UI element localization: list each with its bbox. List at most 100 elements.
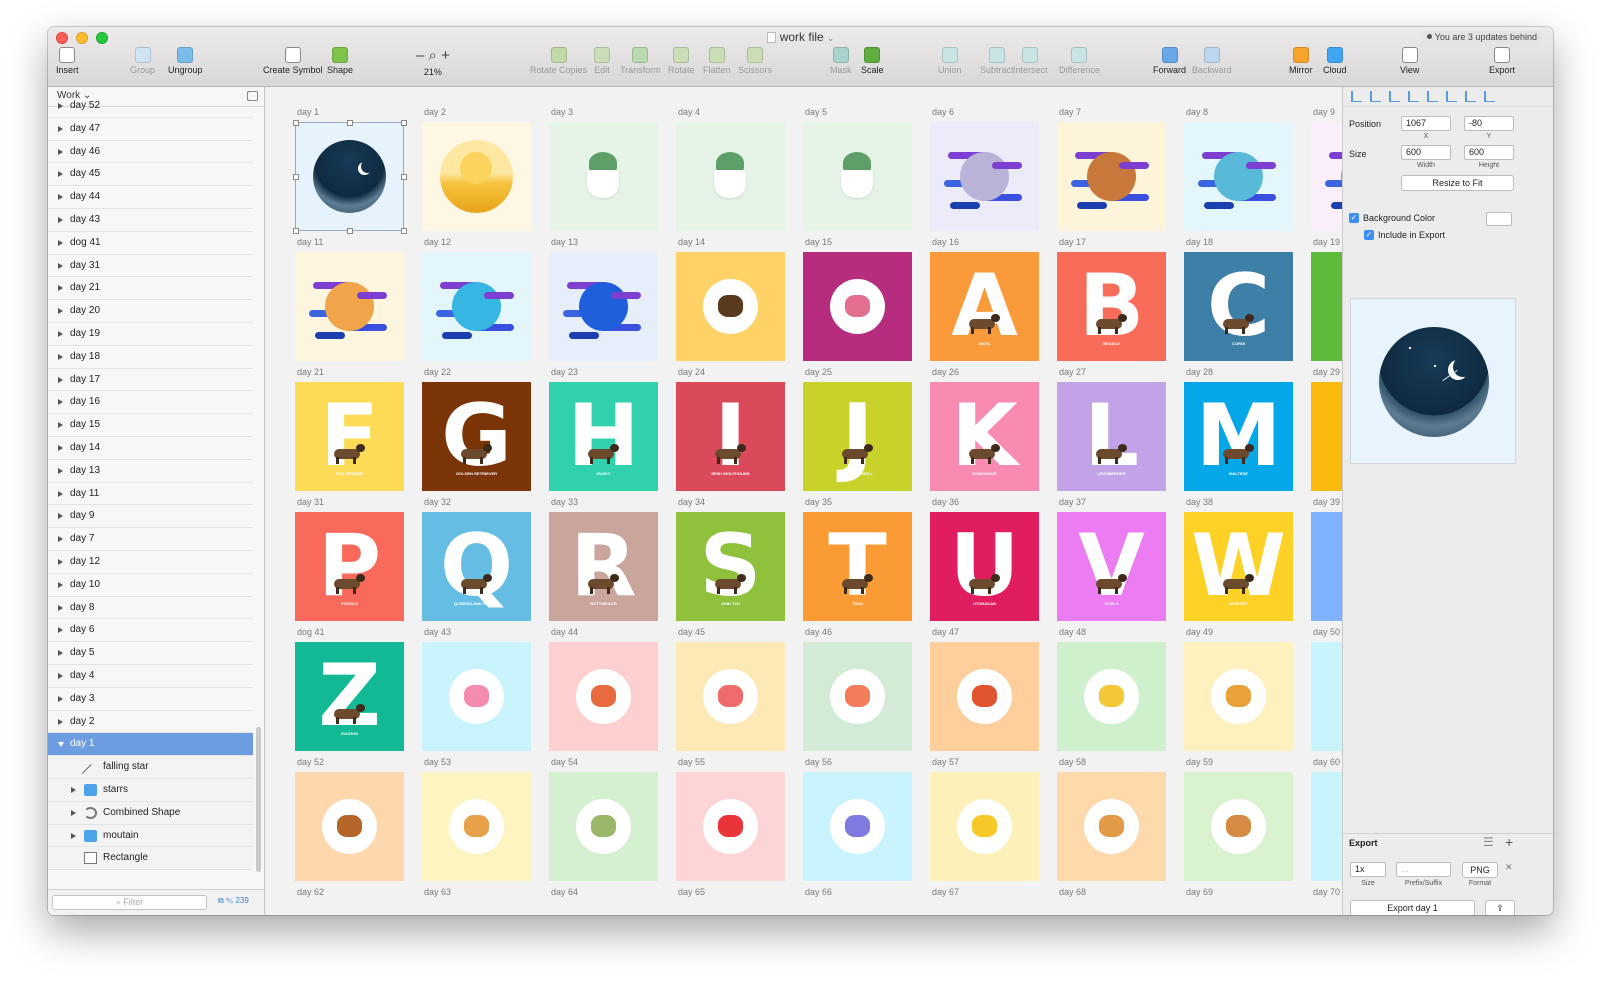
align-left-icon[interactable] — [1389, 91, 1400, 102]
layer-row[interactable]: day 15 — [48, 414, 253, 437]
disclosure-triangle-icon[interactable] — [71, 832, 76, 839]
artboard[interactable] — [1184, 122, 1293, 231]
artboard-label[interactable]: day 50 — [1313, 627, 1340, 637]
artboard-label[interactable]: day 32 — [424, 497, 451, 507]
remove-export-icon[interactable]: ✕ — [1505, 862, 1513, 873]
artboard-label[interactable]: day 14 — [678, 237, 705, 247]
resize-handle[interactable] — [401, 174, 407, 180]
artboard-label[interactable]: day 9 — [1313, 107, 1335, 117]
background-color-swatch[interactable] — [1486, 212, 1512, 226]
artboard[interactable] — [803, 772, 912, 881]
artboard[interactable]: L LEONBERGER — [1057, 382, 1166, 491]
artboard-label[interactable]: day 55 — [678, 757, 705, 767]
artboard-label[interactable]: day 47 — [932, 627, 959, 637]
layer-row[interactable]: day 5 — [48, 642, 253, 665]
toolbar-rotate-copies-button[interactable]: Rotate Copies — [530, 47, 587, 75]
artboard-label[interactable]: day 19 — [1313, 237, 1340, 247]
resize-handle[interactable] — [293, 120, 299, 126]
layer-row[interactable]: day 47 — [48, 118, 253, 141]
child-layer-row[interactable]: Combined Shape — [48, 801, 253, 825]
artboard-label[interactable]: day 4 — [678, 107, 700, 117]
disclosure-triangle-icon[interactable] — [58, 353, 63, 360]
layer-row[interactable]: day 6 — [48, 619, 253, 643]
toolbar-scissors-button[interactable]: Scissors — [738, 47, 772, 75]
distribute-horizontal-icon[interactable] — [1351, 91, 1362, 102]
toolbar-rotate-button[interactable]: Rotate — [668, 47, 695, 75]
align-bottom-icon[interactable] — [1484, 91, 1495, 102]
align-right-icon[interactable] — [1427, 91, 1438, 102]
artboard-label[interactable]: day 60 — [1313, 757, 1340, 767]
layer-row[interactable]: day 45 — [48, 163, 253, 187]
artboard[interactable] — [1057, 642, 1166, 751]
artboard[interactable]: S SHIH TZU — [676, 512, 785, 621]
artboard[interactable]: A AKITA — [930, 252, 1039, 361]
window-title[interactable]: work file ⌄ — [48, 30, 1553, 44]
artboard[interactable] — [803, 122, 912, 231]
artboard-label[interactable]: day 23 — [551, 367, 578, 377]
selection-box[interactable] — [293, 120, 407, 234]
artboard[interactable] — [1311, 122, 1342, 231]
layer-row[interactable]: day 1 — [48, 733, 253, 757]
artboard[interactable] — [422, 642, 531, 751]
toolbar-zoom-button[interactable]: – ⌕ + 21% — [416, 47, 450, 77]
layer-list-scrollbar[interactable] — [256, 727, 261, 872]
child-layer-row[interactable]: starrs — [48, 778, 253, 802]
artboard-label[interactable]: day 21 — [297, 367, 324, 377]
artboard-label[interactable]: day 18 — [1186, 237, 1213, 247]
artboard-label[interactable]: day 34 — [678, 497, 705, 507]
layer-row[interactable]: day 11 — [48, 483, 253, 506]
artboard-label[interactable]: day 45 — [678, 627, 705, 637]
disclosure-triangle-icon[interactable] — [58, 216, 63, 223]
toolbar-ungroup-button[interactable]: Ungroup — [168, 47, 203, 75]
toolbar-view-button[interactable]: View — [1400, 47, 1419, 75]
include-in-export-checkbox[interactable]: ✓ — [1364, 230, 1374, 240]
child-layer-row[interactable]: moutain — [48, 824, 253, 848]
layer-row[interactable]: day 19 — [48, 323, 253, 346]
artboard[interactable]: Q QUEENSLAND HEELER — [422, 512, 531, 621]
disclosure-triangle-icon[interactable] — [58, 422, 63, 429]
artboard[interactable] — [1311, 252, 1342, 361]
disclosure-triangle-icon[interactable] — [58, 718, 63, 725]
artboard[interactable] — [1311, 642, 1342, 751]
artboard-label[interactable]: day 36 — [932, 497, 959, 507]
artboard-label[interactable]: day 25 — [805, 367, 832, 377]
export-button[interactable]: Export day 1 — [1350, 900, 1475, 915]
toolbar-scale-button[interactable]: Scale — [861, 47, 884, 75]
toolbar-transform-button[interactable]: Transform — [620, 47, 661, 75]
artboard[interactable]: W WHIPPET — [1184, 512, 1293, 621]
artboard-label[interactable]: day 58 — [1059, 757, 1086, 767]
layer-row[interactable]: day 9 — [48, 505, 253, 529]
disclosure-triangle-icon[interactable] — [58, 695, 63, 702]
disclosure-triangle-icon[interactable] — [58, 536, 63, 543]
disclosure-triangle-icon[interactable] — [58, 650, 63, 657]
layer-row[interactable]: day 13 — [48, 460, 253, 483]
layer-row[interactable]: day 20 — [48, 300, 253, 323]
toolbar-plus-button[interactable]: Insert — [56, 47, 79, 75]
artboard[interactable] — [549, 252, 658, 361]
resize-handle[interactable] — [347, 228, 353, 234]
filter-input[interactable]: ⌕ Filter — [52, 895, 207, 910]
artboard[interactable]: H HUSKY — [549, 382, 658, 491]
artboard[interactable]: M MALTESE — [1184, 382, 1293, 491]
artboard-label[interactable]: day 24 — [678, 367, 705, 377]
toolbar-union-button[interactable]: Union — [938, 47, 962, 75]
layer-row[interactable]: day 4 — [48, 665, 253, 688]
artboard-label[interactable]: day 52 — [297, 757, 324, 767]
artboard[interactable]: B BEAGLE — [1057, 252, 1166, 361]
artboard-label[interactable]: day 3 — [551, 107, 573, 117]
disclosure-triangle-icon[interactable] — [58, 239, 63, 246]
artboard-label[interactable]: day 44 — [551, 627, 578, 637]
disclosure-triangle-icon[interactable] — [58, 513, 63, 520]
artboard-label[interactable]: day 43 — [424, 627, 451, 637]
artboard[interactable] — [676, 252, 785, 361]
child-layer-row[interactable]: falling star — [48, 756, 253, 782]
artboard-label[interactable]: day 16 — [932, 237, 959, 247]
artboard[interactable] — [1311, 512, 1342, 621]
artboard[interactable] — [422, 122, 531, 231]
artboard[interactable] — [549, 772, 658, 881]
artboard[interactable] — [676, 772, 785, 881]
artboard-label[interactable]: day 39 — [1313, 497, 1340, 507]
artboard[interactable] — [1184, 772, 1293, 881]
artboard-label[interactable]: day 37 — [1059, 497, 1086, 507]
artboard[interactable]: Z ZUCHON — [295, 642, 404, 751]
